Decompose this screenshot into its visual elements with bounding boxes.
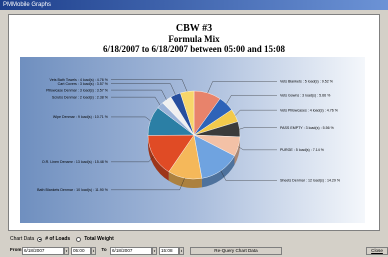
pie-slice-label: Vets Pillowcases : 4 load(s) : 4.76 % bbox=[280, 108, 339, 112]
from-date-input[interactable]: 6/18/2007 bbox=[22, 247, 64, 255]
pie-chart: Vets Blankets : 5 load(s) : 9.52 % Vets G… bbox=[37, 78, 341, 192]
pie-slice-label: Scrubs Denmar : 2 load(s) : 2.38 % bbox=[52, 95, 109, 99]
pie-leader-line bbox=[238, 146, 277, 151]
weight-radio-label: Total Weight bbox=[84, 236, 114, 242]
pie-slice-label: Sheets Denmar : 12 load(s) : 14.29 % bbox=[280, 179, 341, 183]
to-label: To bbox=[99, 247, 109, 255]
from-date-dropdown[interactable]: ▾ bbox=[64, 247, 69, 255]
pie-slice-label: Pillowcase Denmar : 3 load(s) : 3.57 % bbox=[46, 88, 109, 92]
loads-radio-label: # of Loads bbox=[45, 236, 71, 242]
pie-slice-label: Bath Blankets Denmar : 10 load(s) : 11.9… bbox=[37, 188, 109, 192]
pie-leader-line bbox=[226, 95, 277, 104]
pie-slice-label: Wipe Denmar : 9 load(s) : 10.71 % bbox=[53, 115, 109, 119]
to-time-input[interactable]: 15:08 bbox=[159, 247, 179, 255]
pie-leader-line bbox=[235, 109, 277, 116]
pie-slice-label: PASS EMPTY : 3 load(s) : 5.56 % bbox=[280, 126, 335, 130]
pie-slice-label: Vets Blankets : 5 load(s) : 9.52 % bbox=[280, 80, 334, 84]
pie-slice-label: Vets Gowns : 3 load(s) : 5.66 % bbox=[280, 93, 331, 97]
pie-slice-label: PURGE : 5 load(s) : 7.14 % bbox=[280, 148, 325, 152]
loads-radio[interactable] bbox=[37, 236, 43, 242]
pie-leader-line bbox=[111, 79, 188, 92]
requery-button[interactable]: Re-Query Chart Data bbox=[190, 247, 282, 255]
close-button[interactable]: Close bbox=[366, 247, 388, 255]
pie-leader-line bbox=[111, 89, 167, 100]
chart-data-label: Chart Data bbox=[10, 236, 35, 242]
pie-leader-line bbox=[111, 83, 176, 95]
pie-leader-line bbox=[111, 96, 161, 106]
pie-leader-line bbox=[111, 116, 151, 121]
pie-leader-line bbox=[111, 155, 154, 163]
to-time-spinner[interactable]: ⇕ bbox=[179, 247, 184, 255]
pie-slice-label: Cart Covers : 3 load(s) : 3.57 % bbox=[58, 82, 109, 86]
from-time-input[interactable]: 05:00 bbox=[71, 247, 91, 255]
pie-slice-label: Vets Bath Towels : 4 load(s) : 4.76 % bbox=[50, 78, 109, 82]
weight-radio[interactable] bbox=[76, 236, 82, 242]
pie-leader-line bbox=[207, 81, 277, 94]
from-time-spinner[interactable]: ⇕ bbox=[91, 247, 96, 255]
pie-slice-label: O.R. Linen Denamr : 13 load(s) : 15.48 % bbox=[42, 160, 109, 164]
pie-leader-line bbox=[239, 127, 277, 130]
to-date-dropdown[interactable]: ▾ bbox=[152, 247, 157, 255]
to-date-input[interactable]: 6/18/2007 bbox=[110, 247, 152, 255]
chart-data-options: Chart Data # of Loads Total Weight bbox=[10, 236, 114, 242]
